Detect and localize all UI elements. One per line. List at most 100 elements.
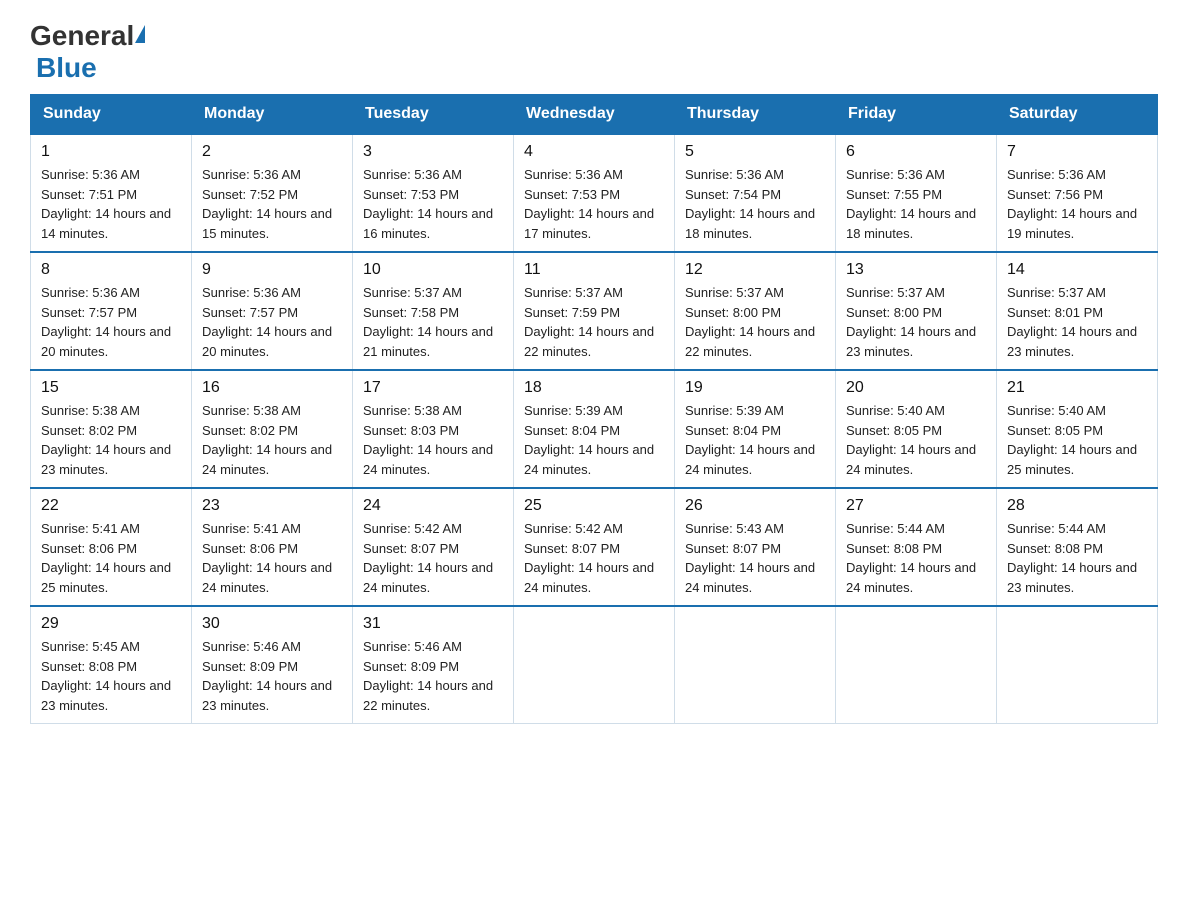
header-tuesday: Tuesday — [353, 95, 514, 135]
calendar-cell — [514, 606, 675, 724]
calendar-cell: 8 Sunrise: 5:36 AM Sunset: 7:57 PM Dayli… — [31, 252, 192, 370]
day-number: 17 — [363, 379, 503, 397]
calendar-cell: 12 Sunrise: 5:37 AM Sunset: 8:00 PM Dayl… — [675, 252, 836, 370]
calendar-cell: 30 Sunrise: 5:46 AM Sunset: 8:09 PM Dayl… — [192, 606, 353, 724]
day-info: Sunrise: 5:46 AM Sunset: 8:09 PM Dayligh… — [202, 637, 342, 715]
header-monday: Monday — [192, 95, 353, 135]
day-number: 27 — [846, 497, 986, 515]
calendar-cell: 1 Sunrise: 5:36 AM Sunset: 7:51 PM Dayli… — [31, 134, 192, 252]
calendar-cell — [675, 606, 836, 724]
calendar-cell: 21 Sunrise: 5:40 AM Sunset: 8:05 PM Dayl… — [997, 370, 1158, 488]
calendar-cell: 14 Sunrise: 5:37 AM Sunset: 8:01 PM Dayl… — [997, 252, 1158, 370]
day-info: Sunrise: 5:45 AM Sunset: 8:08 PM Dayligh… — [41, 637, 181, 715]
logo: General Blue — [30, 20, 145, 84]
day-number: 20 — [846, 379, 986, 397]
header-friday: Friday — [836, 95, 997, 135]
day-info: Sunrise: 5:37 AM Sunset: 7:59 PM Dayligh… — [524, 283, 664, 361]
calendar-cell: 2 Sunrise: 5:36 AM Sunset: 7:52 PM Dayli… — [192, 134, 353, 252]
day-number: 26 — [685, 497, 825, 515]
day-number: 7 — [1007, 143, 1147, 161]
calendar-cell: 24 Sunrise: 5:42 AM Sunset: 8:07 PM Dayl… — [353, 488, 514, 606]
day-info: Sunrise: 5:39 AM Sunset: 8:04 PM Dayligh… — [685, 401, 825, 479]
calendar-cell: 19 Sunrise: 5:39 AM Sunset: 8:04 PM Dayl… — [675, 370, 836, 488]
week-row-4: 22 Sunrise: 5:41 AM Sunset: 8:06 PM Dayl… — [31, 488, 1158, 606]
calendar-cell: 25 Sunrise: 5:42 AM Sunset: 8:07 PM Dayl… — [514, 488, 675, 606]
day-number: 23 — [202, 497, 342, 515]
day-number: 19 — [685, 379, 825, 397]
day-number: 25 — [524, 497, 664, 515]
day-info: Sunrise: 5:36 AM Sunset: 7:52 PM Dayligh… — [202, 165, 342, 243]
day-info: Sunrise: 5:44 AM Sunset: 8:08 PM Dayligh… — [846, 519, 986, 597]
day-number: 3 — [363, 143, 503, 161]
calendar-cell: 7 Sunrise: 5:36 AM Sunset: 7:56 PM Dayli… — [997, 134, 1158, 252]
day-number: 13 — [846, 261, 986, 279]
calendar-cell: 23 Sunrise: 5:41 AM Sunset: 8:06 PM Dayl… — [192, 488, 353, 606]
day-number: 31 — [363, 615, 503, 633]
day-info: Sunrise: 5:37 AM Sunset: 7:58 PM Dayligh… — [363, 283, 503, 361]
day-info: Sunrise: 5:40 AM Sunset: 8:05 PM Dayligh… — [846, 401, 986, 479]
day-info: Sunrise: 5:42 AM Sunset: 8:07 PM Dayligh… — [524, 519, 664, 597]
calendar-cell: 26 Sunrise: 5:43 AM Sunset: 8:07 PM Dayl… — [675, 488, 836, 606]
calendar-cell: 9 Sunrise: 5:36 AM Sunset: 7:57 PM Dayli… — [192, 252, 353, 370]
day-info: Sunrise: 5:43 AM Sunset: 8:07 PM Dayligh… — [685, 519, 825, 597]
day-info: Sunrise: 5:38 AM Sunset: 8:03 PM Dayligh… — [363, 401, 503, 479]
day-number: 21 — [1007, 379, 1147, 397]
calendar-cell: 27 Sunrise: 5:44 AM Sunset: 8:08 PM Dayl… — [836, 488, 997, 606]
header-thursday: Thursday — [675, 95, 836, 135]
day-info: Sunrise: 5:40 AM Sunset: 8:05 PM Dayligh… — [1007, 401, 1147, 479]
day-info: Sunrise: 5:37 AM Sunset: 8:01 PM Dayligh… — [1007, 283, 1147, 361]
day-info: Sunrise: 5:38 AM Sunset: 8:02 PM Dayligh… — [202, 401, 342, 479]
calendar-cell — [997, 606, 1158, 724]
day-info: Sunrise: 5:36 AM Sunset: 7:57 PM Dayligh… — [41, 283, 181, 361]
calendar-cell: 29 Sunrise: 5:45 AM Sunset: 8:08 PM Dayl… — [31, 606, 192, 724]
day-number: 29 — [41, 615, 181, 633]
calendar-cell: 18 Sunrise: 5:39 AM Sunset: 8:04 PM Dayl… — [514, 370, 675, 488]
week-row-1: 1 Sunrise: 5:36 AM Sunset: 7:51 PM Dayli… — [31, 134, 1158, 252]
day-info: Sunrise: 5:36 AM Sunset: 7:53 PM Dayligh… — [363, 165, 503, 243]
calendar-cell: 13 Sunrise: 5:37 AM Sunset: 8:00 PM Dayl… — [836, 252, 997, 370]
day-info: Sunrise: 5:36 AM Sunset: 7:53 PM Dayligh… — [524, 165, 664, 243]
day-number: 16 — [202, 379, 342, 397]
day-info: Sunrise: 5:36 AM Sunset: 7:51 PM Dayligh… — [41, 165, 181, 243]
day-number: 15 — [41, 379, 181, 397]
calendar-cell: 31 Sunrise: 5:46 AM Sunset: 8:09 PM Dayl… — [353, 606, 514, 724]
calendar-table: SundayMondayTuesdayWednesdayThursdayFrid… — [30, 94, 1158, 724]
logo-general: General — [30, 20, 134, 52]
header-sunday: Sunday — [31, 95, 192, 135]
logo-blue: Blue — [36, 52, 97, 84]
calendar-cell: 11 Sunrise: 5:37 AM Sunset: 7:59 PM Dayl… — [514, 252, 675, 370]
day-info: Sunrise: 5:42 AM Sunset: 8:07 PM Dayligh… — [363, 519, 503, 597]
day-number: 10 — [363, 261, 503, 279]
calendar-cell: 6 Sunrise: 5:36 AM Sunset: 7:55 PM Dayli… — [836, 134, 997, 252]
day-number: 5 — [685, 143, 825, 161]
calendar-cell — [836, 606, 997, 724]
page-header: General Blue — [30, 20, 1158, 84]
logo-triangle-icon — [135, 25, 145, 43]
day-number: 24 — [363, 497, 503, 515]
day-info: Sunrise: 5:37 AM Sunset: 8:00 PM Dayligh… — [685, 283, 825, 361]
calendar-cell: 10 Sunrise: 5:37 AM Sunset: 7:58 PM Dayl… — [353, 252, 514, 370]
header-saturday: Saturday — [997, 95, 1158, 135]
day-number: 22 — [41, 497, 181, 515]
day-number: 2 — [202, 143, 342, 161]
calendar-cell: 3 Sunrise: 5:36 AM Sunset: 7:53 PM Dayli… — [353, 134, 514, 252]
day-number: 1 — [41, 143, 181, 161]
day-number: 6 — [846, 143, 986, 161]
calendar-cell: 5 Sunrise: 5:36 AM Sunset: 7:54 PM Dayli… — [675, 134, 836, 252]
day-info: Sunrise: 5:39 AM Sunset: 8:04 PM Dayligh… — [524, 401, 664, 479]
calendar-cell: 22 Sunrise: 5:41 AM Sunset: 8:06 PM Dayl… — [31, 488, 192, 606]
day-info: Sunrise: 5:37 AM Sunset: 8:00 PM Dayligh… — [846, 283, 986, 361]
day-number: 28 — [1007, 497, 1147, 515]
day-info: Sunrise: 5:41 AM Sunset: 8:06 PM Dayligh… — [41, 519, 181, 597]
calendar-cell: 20 Sunrise: 5:40 AM Sunset: 8:05 PM Dayl… — [836, 370, 997, 488]
calendar-cell: 16 Sunrise: 5:38 AM Sunset: 8:02 PM Dayl… — [192, 370, 353, 488]
day-number: 14 — [1007, 261, 1147, 279]
week-row-2: 8 Sunrise: 5:36 AM Sunset: 7:57 PM Dayli… — [31, 252, 1158, 370]
day-info: Sunrise: 5:44 AM Sunset: 8:08 PM Dayligh… — [1007, 519, 1147, 597]
calendar-cell: 4 Sunrise: 5:36 AM Sunset: 7:53 PM Dayli… — [514, 134, 675, 252]
week-row-3: 15 Sunrise: 5:38 AM Sunset: 8:02 PM Dayl… — [31, 370, 1158, 488]
day-info: Sunrise: 5:41 AM Sunset: 8:06 PM Dayligh… — [202, 519, 342, 597]
header-wednesday: Wednesday — [514, 95, 675, 135]
day-info: Sunrise: 5:36 AM Sunset: 7:56 PM Dayligh… — [1007, 165, 1147, 243]
day-number: 18 — [524, 379, 664, 397]
